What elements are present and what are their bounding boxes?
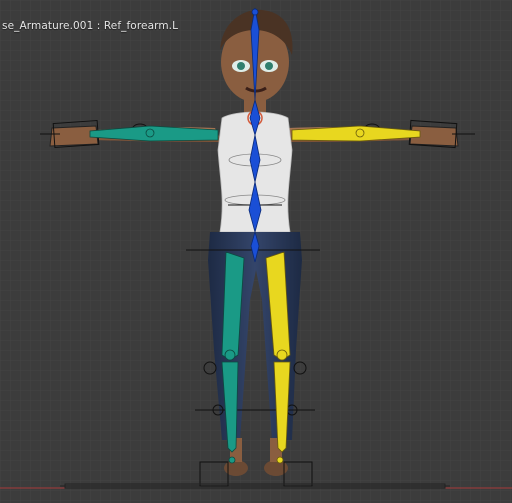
viewport-header-text: se_Armature.001 : Ref_forearm.L: [2, 20, 179, 32]
bone-head-tip[interactable]: [251, 8, 259, 16]
bone-left-foot[interactable]: [228, 456, 236, 464]
right-iris: [265, 62, 273, 70]
3d-viewport[interactable]: se_Armature.001 : Ref_forearm.L: [0, 0, 512, 503]
bone-left-elbow-joint[interactable]: [145, 128, 155, 138]
bone-right-elbow-joint[interactable]: [355, 128, 365, 138]
viewport-scene[interactable]: [0, 0, 512, 503]
bone-left-knee-joint[interactable]: [224, 349, 236, 361]
bone-right-foot[interactable]: [276, 456, 284, 464]
left-iris: [237, 62, 245, 70]
bone-right-knee-joint[interactable]: [276, 349, 288, 361]
